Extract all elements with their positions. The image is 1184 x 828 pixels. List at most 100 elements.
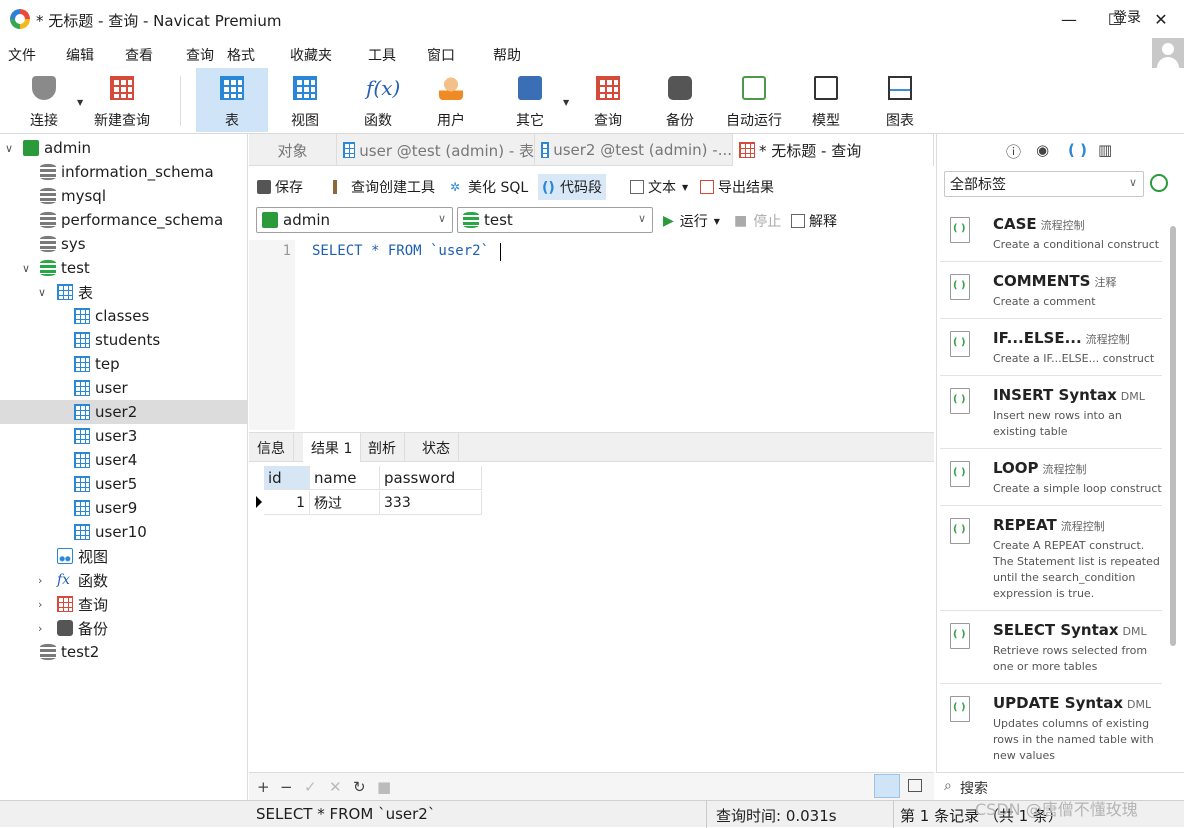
tree-tables-folder[interactable]: ∨ 表 [0,280,247,304]
snippet-repeat[interactable]: REPEAT流程控制Create A REPEAT construct. The… [940,506,1162,611]
tree-table-user9[interactable]: user9 [0,496,247,520]
menu-file[interactable]: 文件 [8,45,36,65]
tree-db-test[interactable]: ∨ test [0,256,247,280]
tree-db-test2[interactable]: test2 [0,640,247,664]
tree-functions-folder[interactable]: › fx 函数 [0,568,247,592]
discard-changes-button[interactable]: ✕ [329,778,342,796]
text-dropdown-icon[interactable]: ▼ [682,183,688,192]
grid-view-icon[interactable] [874,774,900,798]
tree-db-mysql[interactable]: mysql [0,184,247,208]
stop-button[interactable]: ■ 停止 [734,211,781,231]
export-results-button[interactable]: 导出结果 [700,177,774,197]
avatar[interactable] [1152,38,1184,70]
menu-tools[interactable]: 工具 [368,45,396,65]
refresh-button[interactable]: ↻ [353,778,366,796]
snippet-comments[interactable]: COMMENTS注释Create a comment [940,262,1162,319]
tree-table-user4[interactable]: user4 [0,448,247,472]
menu-view[interactable]: 查看 [125,45,153,65]
snippet-case[interactable]: CASE流程控制Create a conditional construct [940,205,1162,262]
table-cell-password[interactable]: 333 [380,491,482,515]
minimize-button[interactable]: — [1046,0,1092,38]
query-builder-button[interactable]: 查询创建工具 [333,177,435,197]
user-button[interactable]: 用户 [415,68,487,132]
tab-profile[interactable]: 剖析 [360,433,405,462]
menu-help[interactable]: 帮助 [493,45,521,65]
tree-db-performance-schema[interactable]: performance_schema [0,208,247,232]
new-query-button[interactable]: 新建查询 [86,68,158,132]
connect-button[interactable]: 连接 [8,68,80,132]
tab-info[interactable]: 信息 [249,433,294,462]
chart-button[interactable]: 图表 [864,68,936,132]
connect-dropdown-icon[interactable]: ▼ [77,98,83,107]
snippet-loop[interactable]: LOOP流程控制Create a simple loop construct [940,449,1162,506]
form-view-icon[interactable] [908,779,922,792]
tree-db-information-schema[interactable]: information_schema [0,160,247,184]
beautify-sql-button[interactable]: ✲ 美化 SQL [450,177,528,197]
model-button[interactable]: 模型 [790,68,862,132]
chevron-right-icon[interactable]: › [38,622,42,635]
snippet-button[interactable]: () 代码段 [538,174,606,200]
connection-select[interactable]: admin ∨ [256,207,453,233]
tree-table-user2[interactable]: user2 [0,400,247,424]
sql-editor[interactable] [249,240,934,430]
text-button[interactable]: 文本 ▼ [630,177,688,197]
info-icon[interactable]: ⓘ [1006,141,1021,162]
menu-favorites[interactable]: 收藏夹 [290,45,332,65]
table-cell-id[interactable]: 1 [264,491,310,515]
tree-queries-folder[interactable]: › 查询 [0,592,247,616]
query-button[interactable]: 查询 [572,68,644,132]
snippet-if-else[interactable]: IF...ELSE...流程控制Create a IF...ELSE... co… [940,319,1162,376]
chevron-down-icon[interactable]: ∨ [5,142,13,155]
database-select[interactable]: test ∨ [457,207,653,233]
stop-refresh-button[interactable]: ■ [377,778,391,796]
tree-db-sys[interactable]: sys [0,232,247,256]
view-button[interactable]: 视图 [269,68,341,132]
tab-untitled-query[interactable]: * 无标题 - 查询 [733,134,934,166]
tree-table-user5[interactable]: user5 [0,472,247,496]
close-button[interactable]: ✕ [1138,0,1184,38]
tab-user-table[interactable]: user @test (admin) - 表 [337,134,535,166]
snippet-update-syntax[interactable]: UPDATE SyntaxDMLUpdates columns of exist… [940,684,1162,770]
tag-filter-select[interactable]: 全部标签 ∨ [944,171,1144,197]
tree-table-tep[interactable]: tep [0,352,247,376]
delete-record-button[interactable]: − [280,778,293,796]
run-button[interactable]: ▶ 运行 ▼ [663,211,720,231]
backup-button[interactable]: 备份 [644,68,716,132]
table-button[interactable]: 表 [196,68,268,132]
tree-table-classes[interactable]: classes [0,304,247,328]
refresh-snippets-icon[interactable] [1150,174,1168,192]
column-header-id[interactable]: id [264,466,310,490]
tab-result-1[interactable]: 结果 1 [303,433,362,462]
automation-button[interactable]: 自动运行 [718,68,790,132]
column-header-name[interactable]: name [310,466,380,490]
explain-button[interactable]: 解释 [791,211,837,231]
function-button[interactable]: f(x) 函数 [342,68,414,132]
snippet-scrollbar[interactable] [1170,226,1176,646]
login-link[interactable]: 登录 [1113,7,1141,27]
tree-table-user[interactable]: user [0,376,247,400]
tree-table-students[interactable]: students [0,328,247,352]
column-header-password[interactable]: password [380,466,482,490]
menu-edit[interactable]: 编辑 [66,45,94,65]
tab-user2-table[interactable]: user2 @test (admin) -... [535,134,733,166]
eye-icon[interactable]: ◉ [1036,141,1049,159]
tree-table-user3[interactable]: user3 [0,424,247,448]
tab-status[interactable]: 状态 [414,433,459,462]
tree-backups-folder[interactable]: › 备份 [0,616,247,640]
tree-connection-admin[interactable]: ∨ admin [0,136,247,160]
tree-views-folder[interactable]: 视图 [0,544,247,568]
run-dropdown-icon[interactable]: ▼ [714,217,720,226]
chevron-right-icon[interactable]: › [38,574,42,587]
add-record-button[interactable]: + [257,778,270,796]
menu-window[interactable]: 窗口 [427,45,455,65]
other-button[interactable]: 其它 [494,68,566,132]
chevron-right-icon[interactable]: › [38,598,42,611]
snippet-brackets-icon[interactable]: ( ) [1068,141,1087,159]
other-dropdown-icon[interactable]: ▼ [563,98,569,107]
menu-format[interactable]: 格式 [227,45,255,65]
snippet-insert-syntax[interactable]: INSERT SyntaxDMLInsert new rows into an … [940,376,1162,449]
tree-table-user10[interactable]: user10 [0,520,247,544]
chevron-down-icon[interactable]: ∨ [38,286,46,299]
menu-query[interactable]: 查询 [186,45,214,65]
sql-text[interactable]: SELECT * FROM `user2` [312,243,489,259]
